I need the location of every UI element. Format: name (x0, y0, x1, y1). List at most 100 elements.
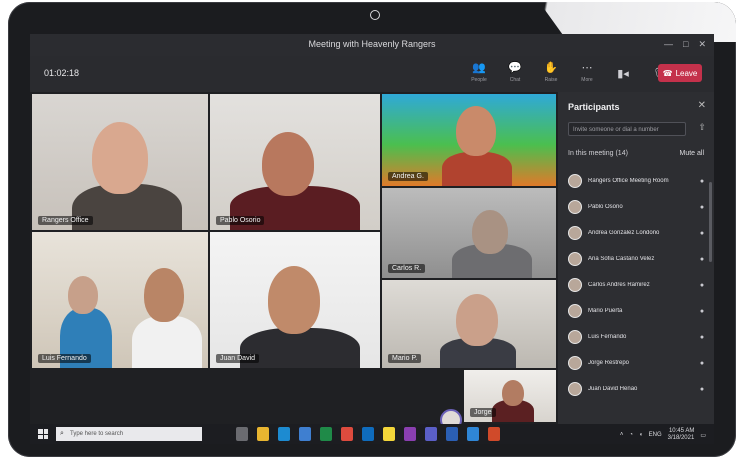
file-explorer-icon[interactable] (257, 427, 269, 441)
mail-icon[interactable] (467, 427, 479, 441)
onenote-icon[interactable] (404, 427, 416, 441)
participant-name: Andrea Gonzalez Londono (588, 230, 660, 236)
taskbar-search-input[interactable]: ⌕ Type here to search (56, 427, 202, 441)
notification-icon[interactable]: ▭ (700, 432, 706, 439)
excel-icon[interactable] (320, 427, 332, 441)
tile-name: Mario P. (388, 354, 422, 363)
video-tile[interactable]: Mario P. (382, 280, 556, 368)
more-button[interactable]: ⋯ More (576, 62, 598, 85)
tile-name: Rangers Office (38, 216, 93, 225)
participant-head (268, 266, 320, 334)
microphone-icon: ● (699, 307, 705, 315)
participant-name: Luis Fernando (588, 334, 627, 340)
avatar (568, 252, 582, 266)
raise-hand-icon: ✋ (544, 61, 558, 74)
invite-input[interactable]: Invite someone or dial a number (568, 122, 686, 136)
task-view-icon[interactable] (236, 427, 248, 441)
participant-row[interactable]: Mario Puerta ● (564, 298, 706, 324)
video-grid: Rangers Office Pablo Osorio Andrea G. Ca… (30, 92, 558, 424)
raise-label: Raise (544, 76, 558, 83)
participant-row[interactable]: Carlos Andres Ramirez ● (564, 272, 706, 298)
participant-row[interactable]: Juan David Henao ● (564, 376, 706, 402)
participant-row[interactable]: Luis Fernando ● (564, 324, 706, 350)
participant-list: Rangers Office Meeting Room ● Pablo Osori… (564, 168, 706, 402)
people-label: People (471, 76, 487, 83)
tile-name: Jorge (470, 408, 496, 417)
participant-name: Ana Sofia Castaño Velez (588, 256, 655, 262)
avatar (568, 174, 582, 188)
avatar (568, 356, 582, 370)
scrollbar[interactable] (709, 182, 712, 262)
minimize-button[interactable]: — (664, 39, 673, 50)
share-link-icon[interactable]: ⇧ (698, 122, 706, 133)
leave-button[interactable]: ☎ Leave (658, 64, 702, 82)
meeting-toolbar: 01:02:18 👥 People 💬 Chat ✋ Raise ⋯ More (30, 56, 714, 92)
sticky-notes-icon[interactable] (383, 427, 395, 441)
tile-name: Juan David (216, 354, 260, 363)
volume-icon[interactable]: ◖ (639, 432, 643, 438)
video-tile[interactable]: Luis Fernando (32, 232, 208, 368)
panel-title: Participants (568, 102, 620, 112)
close-icon[interactable]: ✕ (698, 100, 706, 111)
self-view-tile[interactable]: Jorge (464, 370, 556, 422)
video-tile[interactable]: Andrea G. (382, 94, 556, 186)
video-tile[interactable]: Rangers Office (32, 94, 208, 230)
edge-browser-icon[interactable] (278, 427, 290, 441)
microphone-icon: ● (699, 177, 705, 185)
participant-row[interactable]: Pablo Osorio ● (564, 194, 706, 220)
avatar (568, 226, 582, 240)
clock-time: 10:45 AM (668, 428, 695, 434)
chat-label: Chat (509, 76, 521, 83)
video-camera-icon: ▮◂ (617, 67, 629, 80)
store-icon[interactable] (299, 427, 311, 441)
participant-figure (132, 316, 202, 368)
word-icon[interactable] (446, 427, 458, 441)
language-indicator[interactable]: ENG (649, 432, 662, 438)
mute-all-button[interactable]: Mute all (679, 150, 704, 157)
people-button[interactable]: 👥 People (468, 62, 490, 85)
participant-head (68, 276, 98, 314)
participant-row[interactable]: Andrea Gonzalez Londono ● (564, 220, 706, 246)
participant-row[interactable]: Rangers Office Meeting Room ● (564, 168, 706, 194)
meeting-timer: 01:02:18 (44, 68, 80, 78)
chrome-icon[interactable] (341, 427, 353, 441)
microphone-icon: ● (699, 359, 705, 367)
participant-row[interactable]: Jorge Restrepo ● (564, 350, 706, 376)
avatar (568, 304, 582, 318)
tile-name: Luis Fernando (38, 354, 91, 363)
windows-start-icon[interactable] (38, 429, 48, 439)
raise-hand-button[interactable]: ✋ Raise (540, 61, 562, 85)
camera-toggle-button[interactable]: ▮◂ (612, 63, 634, 85)
participant-head (144, 268, 184, 322)
webcam (370, 10, 380, 20)
video-tile[interactable]: Carlos R. (382, 188, 556, 278)
participant-figure (442, 152, 512, 186)
teams-icon[interactable] (425, 427, 437, 441)
microphone-icon: ● (699, 385, 705, 393)
close-button[interactable]: ✕ (698, 39, 706, 50)
participant-row[interactable]: Ana Sofia Castaño Velez ● (564, 246, 706, 272)
participant-name: Juan David Henao (588, 386, 638, 392)
video-tile[interactable]: Pablo Osorio (210, 94, 380, 230)
participant-name: Pablo Osorio (588, 204, 623, 210)
search-icon: ⌕ (60, 430, 64, 437)
taskbar-apps (236, 427, 500, 441)
outlook-icon[interactable] (362, 427, 374, 441)
phone-icon: ☎ (662, 68, 673, 78)
participant-head (456, 106, 496, 156)
clock-date: 3/18/2021 (667, 435, 695, 441)
network-icon[interactable]: ◔ (629, 432, 633, 438)
participant-head (92, 122, 148, 194)
clock[interactable]: 10:45 AM 3/18/2021 (668, 428, 695, 442)
chevron-up-icon[interactable]: ˄ (620, 432, 624, 438)
participants-panel: Participants ✕ Invite someone or dial a … (558, 92, 714, 424)
chat-button[interactable]: 💬 Chat (504, 62, 526, 85)
powerpoint-icon[interactable] (488, 427, 500, 441)
maximize-button[interactable]: □ (683, 39, 688, 50)
avatar (568, 200, 582, 214)
microphone-icon: ● (699, 203, 705, 211)
video-tile[interactable]: Juan David (210, 232, 380, 368)
system-tray: ˄ ◔ ◖ ENG 10:45 AM 3/18/2021 ▭ (620, 428, 706, 442)
participant-name: Mario Puerta (588, 308, 623, 314)
participant-head (262, 132, 314, 196)
